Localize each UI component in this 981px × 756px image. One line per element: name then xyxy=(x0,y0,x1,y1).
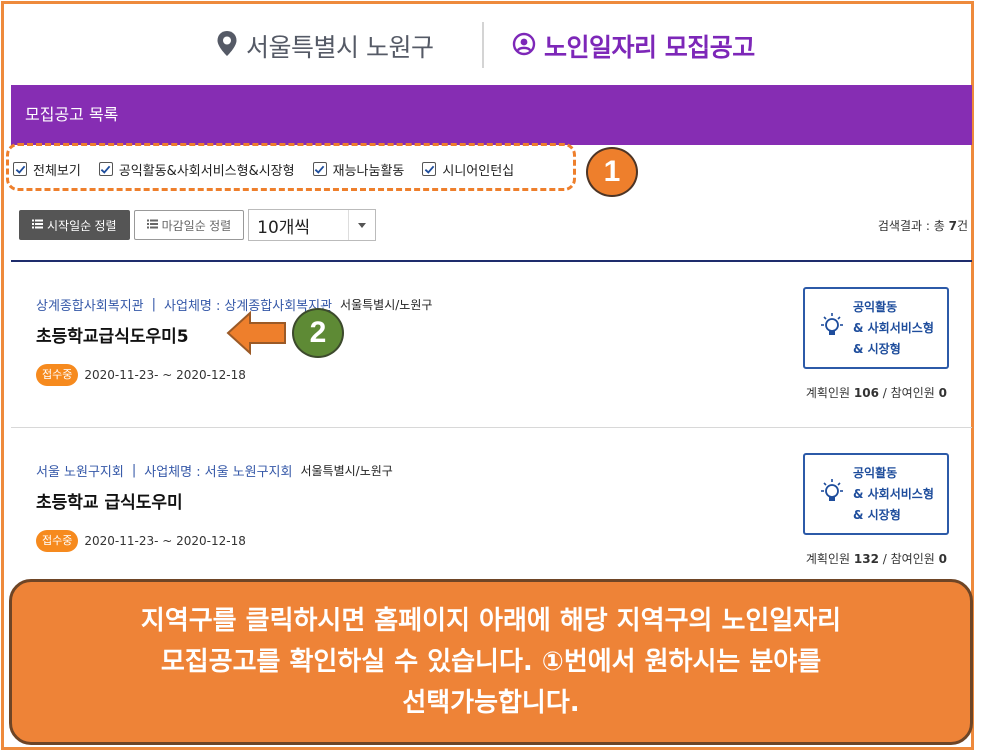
result-suffix: 건 xyxy=(956,219,968,233)
sort-start-label: 시작일순 정렬 xyxy=(47,218,117,233)
job-type-box: 공익활동 & 사회서비스형 & 시장형 xyxy=(803,287,949,369)
sort-by-start-button[interactable]: 시작일순 정렬 xyxy=(19,210,130,240)
sort-bar: 시작일순 정렬 마감일순 정렬 10개씩 xyxy=(19,209,377,241)
job-type-line: & 사회서비스형 xyxy=(853,486,934,501)
result-count: 검색결과 : 총 7건 xyxy=(878,217,968,234)
filter-label: 재능나눔활동 xyxy=(332,163,405,179)
participate-label: 참여인원 xyxy=(890,552,935,566)
instruction-line: 선택가능합니다. xyxy=(402,687,580,718)
location-selector[interactable]: 서울특별시 노원구 xyxy=(216,28,434,64)
instruction-line: 모집공고를 확인하실 수 있습니다. ①번에서 원하시는 분야를 xyxy=(160,646,822,677)
job-status-row: 접수중 2020-11-23- ~ 2020-12-18 xyxy=(36,530,246,552)
caret-down-icon[interactable] xyxy=(348,210,375,240)
map-pin-icon xyxy=(216,30,238,62)
job-business-label: 사업체명 : xyxy=(164,299,221,314)
filter-label: 공익활동&사회서비스형&시장형 xyxy=(118,163,295,179)
job-headcount: 계획인원 132 / 참여인원 0 xyxy=(806,550,947,567)
annotation-badge-1: 1 xyxy=(586,147,638,197)
user-circle-icon xyxy=(512,32,536,60)
plan-label: 계획인원 xyxy=(805,552,851,566)
job-title[interactable]: 초등학교 급식도우미 xyxy=(36,488,183,513)
lightbulb-icon xyxy=(819,312,845,344)
plan-label: 계획인원 xyxy=(805,386,851,400)
job-type-line: & 시장형 xyxy=(853,507,901,522)
job-org[interactable]: 상계종합사회복지관 xyxy=(36,295,144,314)
job-region: 서울특별시/노원구 xyxy=(300,464,393,478)
sort-by-end-button[interactable]: 마감일순 정렬 xyxy=(133,210,245,240)
plan-count: 132 xyxy=(853,552,879,566)
instruction-text: 지역구를 클릭하시면 홈페이지 아래에 해당 지역구의 노인일자리 모집공고를 … xyxy=(41,601,941,724)
job-org[interactable]: 서울 노원구지회 xyxy=(36,461,124,480)
filter-talent-sharing[interactable]: 재능나눔활동 xyxy=(312,160,405,179)
page-title: 노인일자리 모집공고 xyxy=(512,28,755,64)
job-type-text: 공익활동 & 사회서비스형 & 시장형 xyxy=(853,463,934,526)
checkbox-checked-icon[interactable] xyxy=(98,162,113,176)
job-type-line: & 사회서비스형 xyxy=(853,320,934,335)
page-title-text: 노인일자리 모집공고 xyxy=(544,33,755,62)
plan-count: 106 xyxy=(853,386,879,400)
meta-separator: | xyxy=(151,297,157,312)
list-header-bar: 모집공고 목록 xyxy=(11,85,972,145)
filter-label: 시니어인턴십 xyxy=(442,163,515,179)
filter-public-social-market[interactable]: 공익활동&사회서비스형&시장형 xyxy=(98,160,295,179)
result-number: 7 xyxy=(948,219,957,233)
job-business-name[interactable]: 서울 노원구지회 xyxy=(205,461,293,480)
job-status-row: 접수중 2020-11-23- ~ 2020-12-18 xyxy=(36,364,246,386)
participate-label: 참여인원 xyxy=(890,386,935,400)
location-text: 서울특별시 노원구 xyxy=(246,33,434,62)
annotation-badge-2: 2 xyxy=(292,308,344,358)
job-dates: 2020-11-23- ~ 2020-12-18 xyxy=(84,534,246,548)
instruction-callout: 지역구를 클릭하시면 홈페이지 아래에 해당 지역구의 노인일자리 모집공고를 … xyxy=(9,579,973,745)
list-header-text: 모집공고 목록 xyxy=(25,105,119,124)
filter-label: 전체보기 xyxy=(33,163,81,179)
participate-count: 0 xyxy=(938,386,947,400)
sort-end-label: 마감일순 정렬 xyxy=(161,218,232,233)
job-dates: 2020-11-23- ~ 2020-12-18 xyxy=(84,368,246,382)
filter-all[interactable]: 전체보기 xyxy=(13,160,81,179)
filter-senior-internship[interactable]: 시니어인턴십 xyxy=(422,160,514,179)
checkbox-checked-icon[interactable] xyxy=(13,162,27,176)
checkbox-checked-icon[interactable] xyxy=(422,162,437,176)
job-type-text: 공익활동 & 사회서비스형 & 시장형 xyxy=(853,297,934,360)
list-icon xyxy=(146,218,158,232)
job-type-line: & 시장형 xyxy=(853,341,901,356)
count-separator: / xyxy=(882,386,887,400)
job-business-label: 사업체명 : xyxy=(144,465,201,480)
filter-group: 전체보기 공익활동&사회서비스형&시장형 재능나눔활동 시니어인턴십 xyxy=(13,157,532,181)
meta-separator: | xyxy=(131,463,137,478)
checkbox-checked-icon[interactable] xyxy=(312,162,327,176)
status-badge: 접수중 xyxy=(36,364,79,386)
participate-count: 0 xyxy=(938,552,947,566)
job-title[interactable]: 초등학교급식도우미5 xyxy=(36,322,189,347)
page-header: 서울특별시 노원구 노인일자리 모집공고 xyxy=(4,4,971,82)
header-divider xyxy=(482,22,484,68)
job-meta: 서울 노원구지회 | 사업체명 : 서울 노원구지회 서울특별시/노원구 xyxy=(36,461,393,480)
per-page-select[interactable]: 10개씩 xyxy=(248,209,377,241)
result-prefix: 검색결과 : 총 xyxy=(877,219,945,233)
annotation-arrow-icon xyxy=(226,310,288,360)
lightbulb-icon xyxy=(819,478,845,510)
job-headcount: 계획인원 106 / 참여인원 0 xyxy=(806,384,947,401)
instruction-line: 지역구를 클릭하시면 홈페이지 아래에 해당 지역구의 노인일자리 xyxy=(140,605,842,636)
list-top-divider xyxy=(11,260,972,262)
job-type-box: 공익활동 & 사회서비스형 & 시장형 xyxy=(803,453,949,535)
job-region: 서울특별시/노원구 xyxy=(340,298,433,312)
job-item[interactable]: 상계종합사회복지관 | 사업체명 : 상계종합사회복지관 서울특별시/노원구 초… xyxy=(11,287,972,455)
status-badge: 접수중 xyxy=(36,530,79,552)
job-type-line: 공익활동 xyxy=(853,465,898,480)
count-separator: / xyxy=(882,552,887,566)
per-page-value: 10개씩 xyxy=(257,217,311,238)
list-icon xyxy=(32,218,43,232)
job-type-line: 공익활동 xyxy=(853,299,898,314)
job-divider xyxy=(11,427,972,428)
